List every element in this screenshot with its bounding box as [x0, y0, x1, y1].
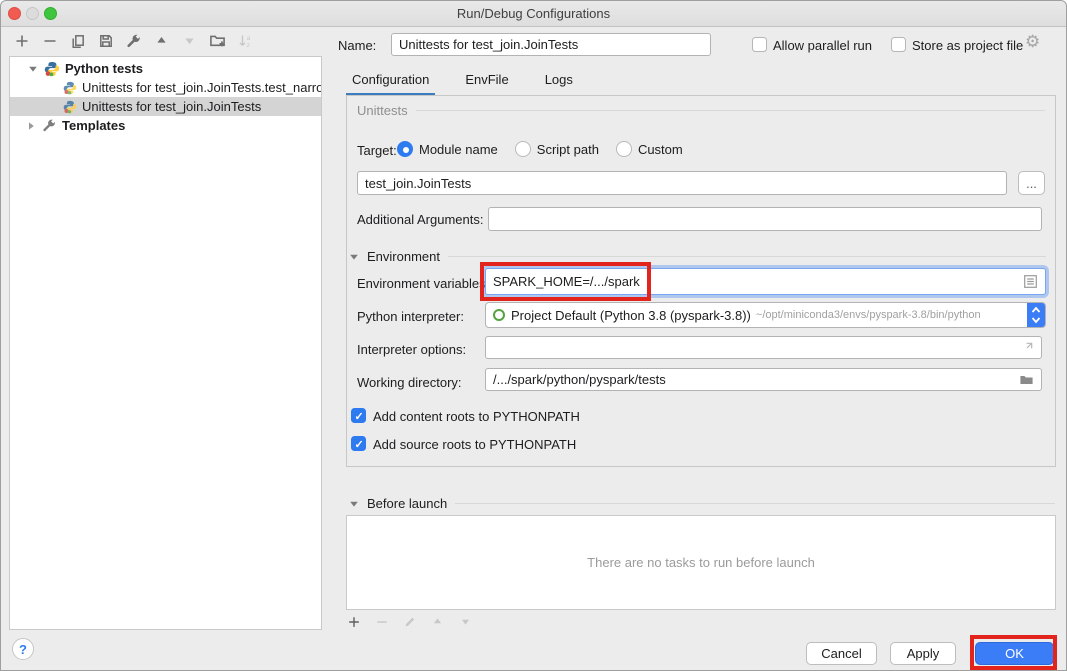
- additional-arguments-label: Additional Arguments:: [357, 212, 483, 227]
- tab-logs[interactable]: Logs: [539, 68, 579, 96]
- python-test-config-icon: [63, 100, 77, 114]
- allow-parallel-run-checkbox[interactable]: [752, 37, 767, 52]
- tree-item-label: Unittests for test_join.JoinTests.test_n…: [82, 80, 322, 95]
- radio-icon: [397, 141, 413, 157]
- window-title: Run/Debug Configurations: [1, 1, 1066, 26]
- environment-variables-label: Environment variables:: [357, 276, 489, 291]
- cancel-button[interactable]: Cancel: [806, 642, 877, 665]
- interpreter-options-input[interactable]: [485, 336, 1042, 359]
- name-label: Name:: [338, 38, 376, 53]
- new-folder-icon[interactable]: [209, 32, 226, 49]
- section-divider: [448, 256, 1046, 257]
- target-radio-group: Module name Script path Custom: [397, 141, 683, 157]
- run-debug-configurations-dialog: Run/Debug Configurations Python tests Un…: [0, 0, 1067, 671]
- tree-item-label: Python tests: [65, 61, 143, 76]
- section-divider: [416, 110, 1045, 111]
- python-tests-icon: [44, 61, 60, 77]
- copy-configuration-icon[interactable]: [69, 32, 86, 49]
- add-content-roots-checkbox[interactable]: [351, 408, 366, 423]
- store-as-project-file-label[interactable]: Store as project file: [912, 38, 1023, 53]
- working-directory-value: /.../spark/python/pyspark/tests: [493, 372, 666, 387]
- target-input[interactable]: [357, 171, 1007, 195]
- configurations-tree: Python tests Unittests for test_join.Joi…: [9, 56, 322, 630]
- before-launch-toolbar: [345, 613, 474, 630]
- gear-icon[interactable]: ⚙: [1025, 33, 1040, 50]
- conda-environment-icon: [493, 309, 505, 321]
- configurations-toolbar: [13, 32, 254, 49]
- tree-item-templates[interactable]: Templates: [10, 116, 321, 135]
- radio-label: Script path: [537, 142, 599, 157]
- store-as-project-file-checkbox[interactable]: [891, 37, 906, 52]
- radio-label: Module name: [419, 142, 498, 157]
- tab-configuration[interactable]: Configuration: [346, 68, 435, 96]
- tab-bar: Configuration EnvFile Logs: [346, 68, 579, 96]
- add-task-icon[interactable]: [345, 613, 362, 630]
- python-interpreter-combobox[interactable]: Project Default (Python 3.8 (pyspark-3.8…: [485, 302, 1046, 328]
- sort-alphabetically-icon[interactable]: [237, 32, 254, 49]
- before-launch-section-label: Before launch: [367, 496, 447, 511]
- browse-button[interactable]: ...: [1018, 171, 1045, 195]
- chevron-right-icon[interactable]: [26, 121, 36, 131]
- environment-variables-input[interactable]: SPARK_HOME=/.../spark: [485, 268, 1046, 295]
- radio-module-name[interactable]: Module name: [397, 141, 498, 157]
- chevron-down-icon[interactable]: [28, 64, 38, 74]
- save-configuration-icon[interactable]: [97, 32, 114, 49]
- working-directory-label: Working directory:: [357, 375, 462, 390]
- apply-button[interactable]: Apply: [890, 642, 956, 665]
- python-interpreter-path: ~/opt/miniconda3/envs/pyspark-3.8/bin/py…: [756, 309, 981, 321]
- environment-section-label: Environment: [367, 249, 440, 264]
- before-launch-empty-message: There are no tasks to run before launch: [587, 555, 815, 570]
- radio-custom[interactable]: Custom: [616, 141, 683, 157]
- allow-parallel-run-label[interactable]: Allow parallel run: [773, 38, 872, 53]
- add-configuration-icon[interactable]: [13, 32, 30, 49]
- expand-field-icon[interactable]: [1021, 341, 1034, 354]
- move-up-icon[interactable]: [153, 32, 170, 49]
- radio-label: Custom: [638, 142, 683, 157]
- tree-item-python-tests[interactable]: Python tests: [10, 59, 321, 78]
- unittests-section-label: Unittests: [357, 103, 408, 118]
- collapse-chevron-down-icon[interactable]: [349, 252, 359, 262]
- unittests-section-header: Unittests: [357, 103, 1045, 118]
- radio-script-path[interactable]: Script path: [515, 141, 599, 157]
- tree-item-label: Unittests for test_join.JoinTests: [82, 99, 261, 114]
- python-interpreter-value: Project Default (Python 3.8 (pyspark-3.8…: [511, 308, 751, 323]
- remove-configuration-icon[interactable]: [41, 32, 58, 49]
- environment-section-header: Environment: [349, 249, 1046, 264]
- browse-folder-icon[interactable]: [1019, 372, 1034, 387]
- interpreter-options-label: Interpreter options:: [357, 342, 466, 357]
- remove-task-icon[interactable]: [373, 613, 390, 630]
- before-launch-task-list: There are no tasks to run before launch: [346, 515, 1056, 610]
- python-test-config-icon: [63, 81, 77, 95]
- target-label: Target:: [357, 143, 397, 158]
- additional-arguments-input[interactable]: [488, 207, 1042, 231]
- tree-item-unittest-jointests[interactable]: Unittests for test_join.JoinTests: [10, 97, 321, 116]
- move-down-icon[interactable]: [181, 32, 198, 49]
- title-bar: Run/Debug Configurations: [1, 1, 1066, 27]
- ok-button[interactable]: OK: [975, 642, 1054, 665]
- name-input[interactable]: [391, 33, 711, 56]
- python-interpreter-label: Python interpreter:: [357, 309, 464, 324]
- add-source-roots-label[interactable]: Add source roots to PYTHONPATH: [373, 437, 576, 452]
- radio-icon: [616, 141, 632, 157]
- tree-item-label: Templates: [62, 118, 125, 133]
- working-directory-input[interactable]: /.../spark/python/pyspark/tests: [485, 368, 1042, 391]
- tab-envfile[interactable]: EnvFile: [459, 68, 514, 96]
- tree-item-unittest-narrow[interactable]: Unittests for test_join.JoinTests.test_n…: [10, 78, 321, 97]
- move-task-down-icon[interactable]: [457, 613, 474, 630]
- collapse-chevron-down-icon[interactable]: [349, 499, 359, 509]
- section-divider: [455, 503, 1055, 504]
- edit-task-icon[interactable]: [401, 613, 418, 630]
- before-launch-section-header: Before launch: [349, 496, 1055, 511]
- radio-icon: [515, 141, 531, 157]
- edit-templates-icon[interactable]: [125, 32, 142, 49]
- browse-variables-icon[interactable]: [1023, 274, 1038, 289]
- move-task-up-icon[interactable]: [429, 613, 446, 630]
- environment-variables-value: SPARK_HOME=/.../spark: [493, 274, 640, 289]
- help-button[interactable]: ?: [12, 638, 34, 660]
- wrench-icon: [42, 118, 57, 133]
- add-source-roots-checkbox[interactable]: [351, 436, 366, 451]
- add-content-roots-label[interactable]: Add content roots to PYTHONPATH: [373, 409, 580, 424]
- combobox-stepper-icon[interactable]: [1027, 303, 1045, 327]
